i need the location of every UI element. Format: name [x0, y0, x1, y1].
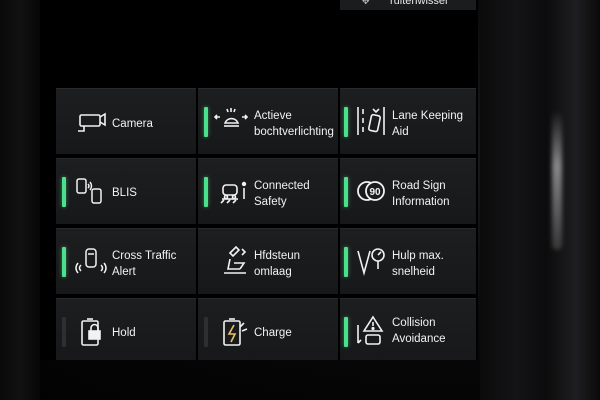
battery-charge-icon	[216, 313, 250, 349]
speed-limiter-icon	[354, 243, 388, 279]
tile-label: Camera	[112, 118, 153, 130]
tile-label: ruitenwisser	[390, 0, 449, 7]
tile-label: Road Sign Information	[392, 180, 450, 208]
tile-label: Lane Keeping Aid	[392, 110, 463, 138]
tile-label: Hold	[112, 327, 136, 339]
tile-label: Charge	[254, 327, 292, 339]
bezel-reflection	[552, 110, 562, 250]
tile-lane-keeping-aid[interactable]: Lane Keeping Aid	[340, 88, 476, 154]
cross-traffic-icon	[74, 243, 108, 279]
display-frame: ✥ ruitenwisser Camera Actieve bochtverli…	[0, 0, 600, 400]
status-indicator	[344, 247, 348, 277]
tile-label: Hulp max. snelheid	[392, 250, 444, 278]
collision-warning-icon	[354, 313, 388, 349]
tile-label: Cross Traffic Alert	[112, 250, 177, 278]
tile-label: BLIS	[112, 187, 137, 199]
tile-connected-safety[interactable]: Connected Safety	[198, 158, 338, 224]
status-indicator	[62, 247, 66, 277]
status-indicator	[344, 317, 348, 347]
tile-camera[interactable]: Camera	[56, 88, 196, 154]
tile-collision-avoidance[interactable]: Collision Avoidance	[340, 298, 476, 360]
status-indicator	[344, 107, 348, 137]
tile-wiper-fluid[interactable]: ✥ ruitenwisser	[340, 0, 476, 10]
function-button-grid: Camera Actieve bochtverlichting Lane Kee…	[56, 88, 476, 360]
tile-label: Actieve bochtverlichting	[254, 110, 334, 138]
left-bezel	[0, 0, 40, 400]
tile-blis[interactable]: BLIS	[56, 158, 196, 224]
status-indicator	[204, 107, 208, 137]
status-indicator	[62, 177, 66, 207]
svg-text:90: 90	[369, 187, 381, 198]
tile-charge[interactable]: Charge	[198, 298, 338, 360]
status-indicator	[62, 317, 66, 347]
connected-safety-icon	[216, 173, 250, 209]
tile-label: Connected Safety	[254, 180, 310, 208]
tile-active-bending-lights[interactable]: Actieve bochtverlichting	[198, 88, 338, 154]
wiper-fluid-icon: ✥	[362, 0, 370, 6]
status-indicator	[344, 177, 348, 207]
lane-keeping-icon	[354, 103, 388, 139]
tile-headrest-fold[interactable]: Hfdsteun omlaag	[198, 228, 338, 294]
road-sign-icon: 90	[354, 173, 388, 209]
headlight-icon	[214, 103, 248, 139]
tile-label: Hfdsteun omlaag	[254, 250, 301, 278]
tile-speed-assist[interactable]: Hulp max. snelheid	[340, 228, 476, 294]
tile-cross-traffic-alert[interactable]: Cross Traffic Alert	[56, 228, 196, 294]
status-indicator	[204, 177, 208, 207]
tile-label: Collision Avoidance	[392, 317, 446, 345]
camera-icon	[74, 103, 108, 139]
tile-hold[interactable]: Hold	[56, 298, 196, 360]
battery-hold-icon	[74, 313, 108, 349]
right-bezel	[480, 0, 600, 400]
status-indicator	[204, 317, 208, 347]
headrest-icon	[218, 243, 252, 279]
tile-road-sign-information[interactable]: 90 Road Sign Information	[340, 158, 476, 224]
blind-spot-icon	[72, 173, 106, 209]
